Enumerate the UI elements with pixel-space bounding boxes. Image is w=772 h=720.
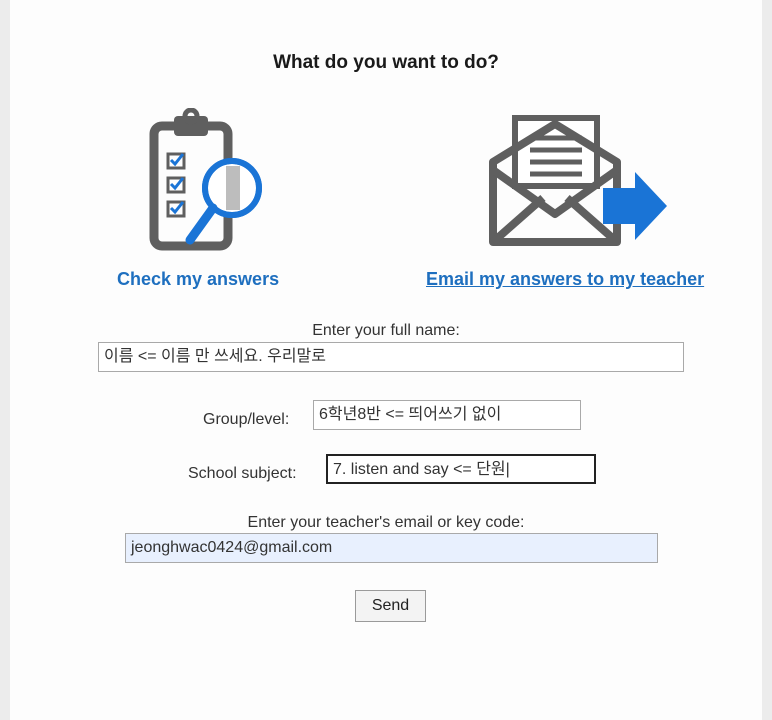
email-answers-link[interactable]: Email my answers to my teacher xyxy=(426,269,704,290)
envelope-send-icon[interactable] xyxy=(485,110,675,250)
clipboard-magnifier-icon[interactable] xyxy=(140,107,270,253)
check-answers-link[interactable]: Check my answers xyxy=(117,269,279,290)
subject-label: School subject: xyxy=(188,465,297,482)
name-label: Enter your full name: xyxy=(312,322,460,339)
teacher-email-input[interactable]: jeonghwac0424@gmail.com xyxy=(125,533,658,563)
subject-input[interactable]: 7. listen and say <= 단원| xyxy=(326,454,596,484)
page-title: What do you want to do? xyxy=(273,52,499,73)
group-input[interactable]: 6학년8반 <= 띄어쓰기 없이 xyxy=(313,400,581,430)
email-label: Enter your teacher's email or key code: xyxy=(247,514,525,531)
send-button[interactable]: Send xyxy=(355,590,426,622)
name-input[interactable]: 이름 <= 이름 만 쓰세요. 우리말로 xyxy=(98,342,684,372)
group-label: Group/level: xyxy=(203,411,290,428)
